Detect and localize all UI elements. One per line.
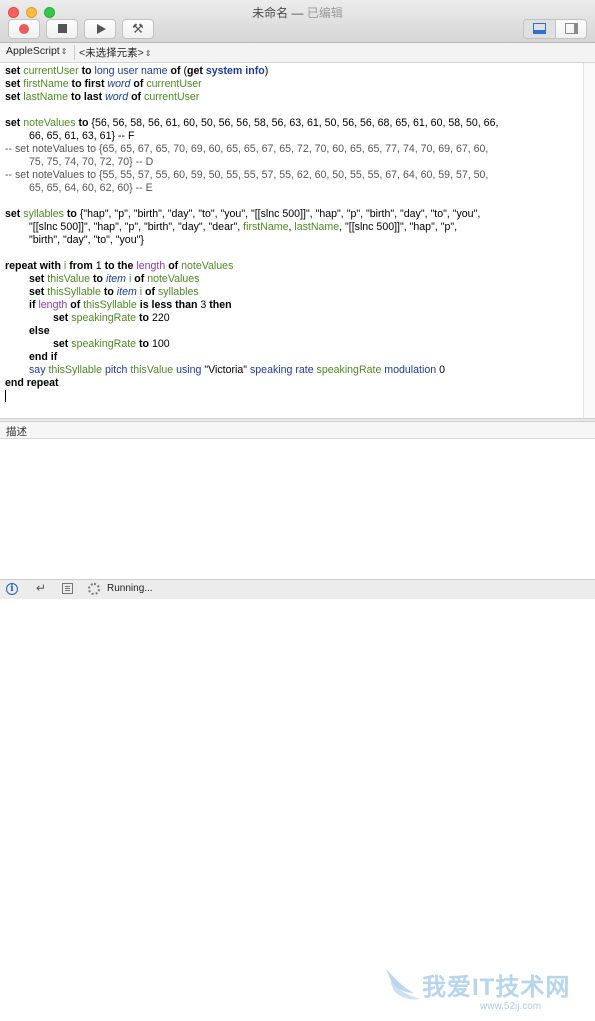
code-line: end if [29,351,58,363]
code-line: 66, 65, 61, 63, 61} -- F [29,130,135,142]
watermark: 我爱IT技术网 www.52ij.com [380,957,595,1021]
run-button[interactable] [84,19,116,39]
document-name: 未命名 [252,6,289,20]
spinner-icon [88,583,100,595]
edited-state: 已编辑 [306,6,343,20]
comment-line: 75, 75, 74, 70, 72, 70} -- D [29,156,154,168]
bottom-panel-icon [533,23,546,34]
navigation-bar: AppleScript⇕ <未选择元素>⇕ [0,43,595,63]
script-code[interactable]: set currentUser to long user name of (ge… [5,65,583,403]
info-icon[interactable]: i [6,583,18,595]
code-line: set thisSyllable to item i of syllables [29,286,199,298]
running-status: Running... [107,583,153,594]
stop-button[interactable] [46,19,78,39]
code-line: if length of thisSyllable is less than 3… [29,299,232,311]
stop-icon [58,24,67,33]
show-side-panel-button[interactable] [556,20,586,38]
comment-line: 65, 65, 64, 60, 62, 60} -- E [29,182,153,194]
code-line: set syllables to {"hap", "p", "birth", "… [5,208,481,220]
title-bar: 未命名 — 已编辑 ⚒ [0,0,595,43]
reply-icon[interactable]: ↵ [36,581,46,595]
view-segmented-control [523,19,587,39]
watermark-url: www.52ij.com [480,1001,542,1012]
comment-line: -- set noteValues to {65, 65, 67, 65, 70… [5,143,489,155]
code-line: set noteValues to {56, 56, 58, 56, 61, 6… [5,117,499,129]
side-panel-icon [565,23,578,34]
show-bottom-panel-button[interactable] [524,20,556,38]
code-line: "[[slnc 500]]", "hap", "p", "birth", "da… [29,221,458,233]
record-button[interactable] [8,19,40,39]
language-selector[interactable]: AppleScript⇕ [6,45,67,57]
cursor-line [5,390,583,403]
comment-line: -- set noteValues to {55, 55, 57, 55, 60… [5,169,489,181]
element-selector[interactable]: <未选择元素>⇕ [79,45,151,60]
title-separator: — [288,6,307,20]
code-line: set firstName to first word of currentUs… [5,78,202,90]
code-line: set currentUser to long user name of (ge… [5,65,269,77]
updown-arrows-icon: ⇕ [60,47,68,56]
language-label: AppleScript [6,45,60,57]
element-label: <未选择元素> [79,47,144,59]
description-label: 描述 [6,426,27,438]
record-icon [19,24,29,34]
navbar-divider [74,45,75,60]
watermark-text: 我爱IT技术网 [422,974,571,1001]
code-line: else [29,325,50,337]
script-editor[interactable]: set currentUser to long user name of (ge… [0,63,595,418]
code-line: "birth", "day", "to", "you"} [29,234,144,246]
code-line: set speakingRate to 220 [53,312,170,324]
result-pane[interactable]: 我爱IT技术网 www.52ij.com [0,439,595,1012]
code-line: set lastName to last word of currentUser [5,91,200,103]
editor-scrollbar[interactable] [583,63,595,418]
play-icon [97,24,106,34]
status-bar: i ↵ Running... [0,579,595,599]
code-line: end repeat [5,377,59,389]
updown-arrows-icon: ⇕ [144,49,152,58]
text-caret [5,390,6,403]
event-log-icon[interactable] [62,583,73,594]
compile-button[interactable]: ⚒ [122,19,154,39]
code-line: say thisSyllable pitch thisValue using "… [29,364,445,376]
code-line: repeat with i from 1 to the length of no… [5,260,234,272]
description-header: 描述 [0,422,595,439]
hammer-icon: ⚒ [132,21,144,36]
code-line: set thisValue to item i of noteValues [29,273,200,285]
code-line: set speakingRate to 100 [53,338,170,350]
